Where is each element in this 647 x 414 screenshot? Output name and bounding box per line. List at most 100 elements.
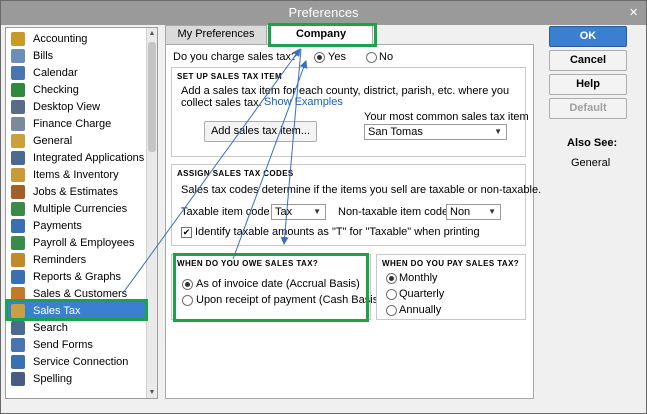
charge-no-radio[interactable] (366, 52, 377, 63)
sidebar-item-payments[interactable]: Payments (6, 217, 147, 234)
also-see-heading: Also See: (567, 137, 618, 149)
common-item-label: Your most common sales tax item (364, 111, 529, 123)
sidebar-item-spelling[interactable]: Spelling (6, 370, 147, 387)
sidebar-item-label: Send Forms (33, 338, 93, 351)
integrated-applications-icon (11, 150, 25, 165)
setup-description-line1: Add a sales tax item for each county, di… (181, 85, 510, 97)
tab-my-preferences[interactable]: My Preferences (165, 25, 267, 44)
sidebar-item-label: Integrated Applications (33, 151, 145, 164)
nontaxable-code-dropdown[interactable]: Non ▼ (446, 204, 501, 220)
items-inventory-icon (11, 167, 25, 182)
monthly-radio[interactable] (386, 273, 397, 284)
sidebar-item-reminders[interactable]: Reminders (6, 251, 147, 268)
sidebar-item-label: Service Connection (33, 355, 129, 368)
sidebar-item-label: Jobs & Estimates (33, 185, 118, 198)
sidebar-item-label: Reminders (33, 253, 87, 266)
sidebar-item-accounting[interactable]: Accounting (6, 30, 147, 47)
tab-company-preferences[interactable]: Company Preferences (269, 25, 373, 57)
scroll-thumb[interactable] (148, 42, 156, 152)
sidebar-item-jobs-estimates[interactable]: Jobs & Estimates (6, 183, 147, 200)
ok-button[interactable]: OK (549, 26, 627, 47)
sidebar-item-general[interactable]: General (6, 132, 147, 149)
sales-tax-icon (11, 303, 25, 318)
taxable-code-label: Taxable item code (181, 206, 270, 218)
sidebar-item-label: Bills (33, 49, 54, 62)
taxable-code-dropdown[interactable]: Tax ▼ (271, 204, 326, 220)
chevron-down-icon: ▼ (494, 127, 502, 136)
scroll-up-icon[interactable]: ▲ (147, 28, 157, 39)
sidebar-item-sales-tax[interactable]: Sales Tax (6, 302, 147, 319)
sidebar-item-checking[interactable]: Checking (6, 81, 147, 98)
sidebar-item-label: Search (33, 321, 68, 334)
sidebar-item-service-connection[interactable]: Service Connection (6, 353, 147, 370)
monthly-label[interactable]: Monthly (399, 272, 438, 284)
desktop-view-icon (11, 99, 25, 114)
sidebar-item-label: Accounting (33, 32, 88, 45)
sidebar-item-calendar[interactable]: Calendar (6, 64, 147, 81)
sales-customers-icon (11, 286, 25, 301)
sidebar-item-label: Finance Charge (33, 117, 112, 130)
payroll-employees-icon (11, 235, 25, 250)
sidebar-item-reports-graphs[interactable]: Reports & Graphs (6, 268, 147, 285)
help-button[interactable]: Help (549, 74, 627, 95)
cancel-button[interactable]: Cancel (549, 50, 627, 71)
sidebar-item-label: Sales & Customers (33, 287, 128, 300)
calendar-icon (11, 65, 25, 80)
nontaxable-code-value: Non (450, 206, 471, 218)
sidebar-item-label: General (33, 134, 73, 147)
sidebar-item-label: Checking (33, 83, 79, 96)
window-title: Preferences (288, 5, 359, 20)
cash-basis-label[interactable]: Upon receipt of payment (Cash Basis) (196, 294, 382, 306)
owe-section-header: WHEN DO YOU OWE SALES TAX? (177, 259, 319, 268)
common-item-dropdown[interactable]: San Tomas ▼ (364, 124, 507, 140)
taxable-code-value: Tax (275, 206, 293, 218)
jobs-estimates-icon (11, 184, 25, 199)
sidebar-item-bills[interactable]: Bills (6, 47, 147, 64)
category-scrollbar[interactable]: ▲ ▼ (146, 28, 157, 398)
annually-label[interactable]: Annually (399, 304, 441, 316)
checking-icon (11, 82, 25, 97)
accounting-icon (11, 31, 25, 46)
default-button: Default (549, 98, 627, 119)
charge-no-label[interactable]: No (379, 51, 393, 63)
category-list[interactable]: Accounting Bills Calendar Checking Desktop V… (5, 27, 158, 399)
sidebar-item-integrated-applications[interactable]: Integrated Applications (6, 149, 147, 166)
sidebar-item-label: Desktop View (33, 100, 101, 113)
chevron-down-icon: ▼ (313, 207, 321, 216)
close-icon[interactable]: × (629, 4, 638, 21)
charge-question: Do you charge sales tax? (173, 51, 298, 63)
identify-taxable-label[interactable]: Identify taxable amounts as "T" for "Tax… (195, 226, 480, 238)
sidebar-item-label: Items & Inventory (33, 168, 119, 181)
search-icon (11, 320, 25, 335)
sidebar-item-finance-charge[interactable]: Finance Charge (6, 115, 147, 132)
accrual-basis-label[interactable]: As of invoice date (Accrual Basis) (196, 278, 360, 290)
quarterly-label[interactable]: Quarterly (399, 288, 444, 300)
identify-taxable-checkbox[interactable]: ✔ (181, 227, 192, 238)
setup-description-line2: collect sales tax. (181, 97, 262, 109)
common-item-value: San Tomas (368, 126, 423, 138)
sidebar-item-payroll-employees[interactable]: Payroll & Employees (6, 234, 147, 251)
quarterly-radio[interactable] (386, 289, 397, 300)
also-see-general-link[interactable]: General (571, 157, 610, 169)
show-examples-link[interactable]: Show Examples (264, 96, 343, 108)
add-sales-tax-item-button[interactable]: Add sales tax item... (204, 121, 317, 142)
scroll-down-icon[interactable]: ▼ (147, 387, 157, 398)
accrual-basis-radio[interactable] (182, 279, 193, 290)
charge-yes-label[interactable]: Yes (328, 51, 346, 63)
sidebar-item-multiple-currencies[interactable]: Multiple Currencies (6, 200, 147, 217)
title-bar: Preferences × (1, 1, 646, 25)
sidebar-item-label: Multiple Currencies (33, 202, 128, 215)
sidebar-item-label: Reports & Graphs (33, 270, 122, 283)
sidebar-item-items-inventory[interactable]: Items & Inventory (6, 166, 147, 183)
sidebar-item-desktop-view[interactable]: Desktop View (6, 98, 147, 115)
sidebar-item-sales-customers[interactable]: Sales & Customers (6, 285, 147, 302)
sidebar-item-send-forms[interactable]: Send Forms (6, 336, 147, 353)
annually-radio[interactable] (386, 305, 397, 316)
sidebar-item-search[interactable]: Search (6, 319, 147, 336)
cash-basis-radio[interactable] (182, 295, 193, 306)
sidebar-item-label: Spelling (33, 372, 73, 385)
charge-yes-radio[interactable] (314, 52, 325, 63)
sidebar-item-label: Calendar (33, 66, 78, 79)
reports-graphs-icon (11, 269, 25, 284)
chevron-down-icon: ▼ (488, 207, 496, 216)
